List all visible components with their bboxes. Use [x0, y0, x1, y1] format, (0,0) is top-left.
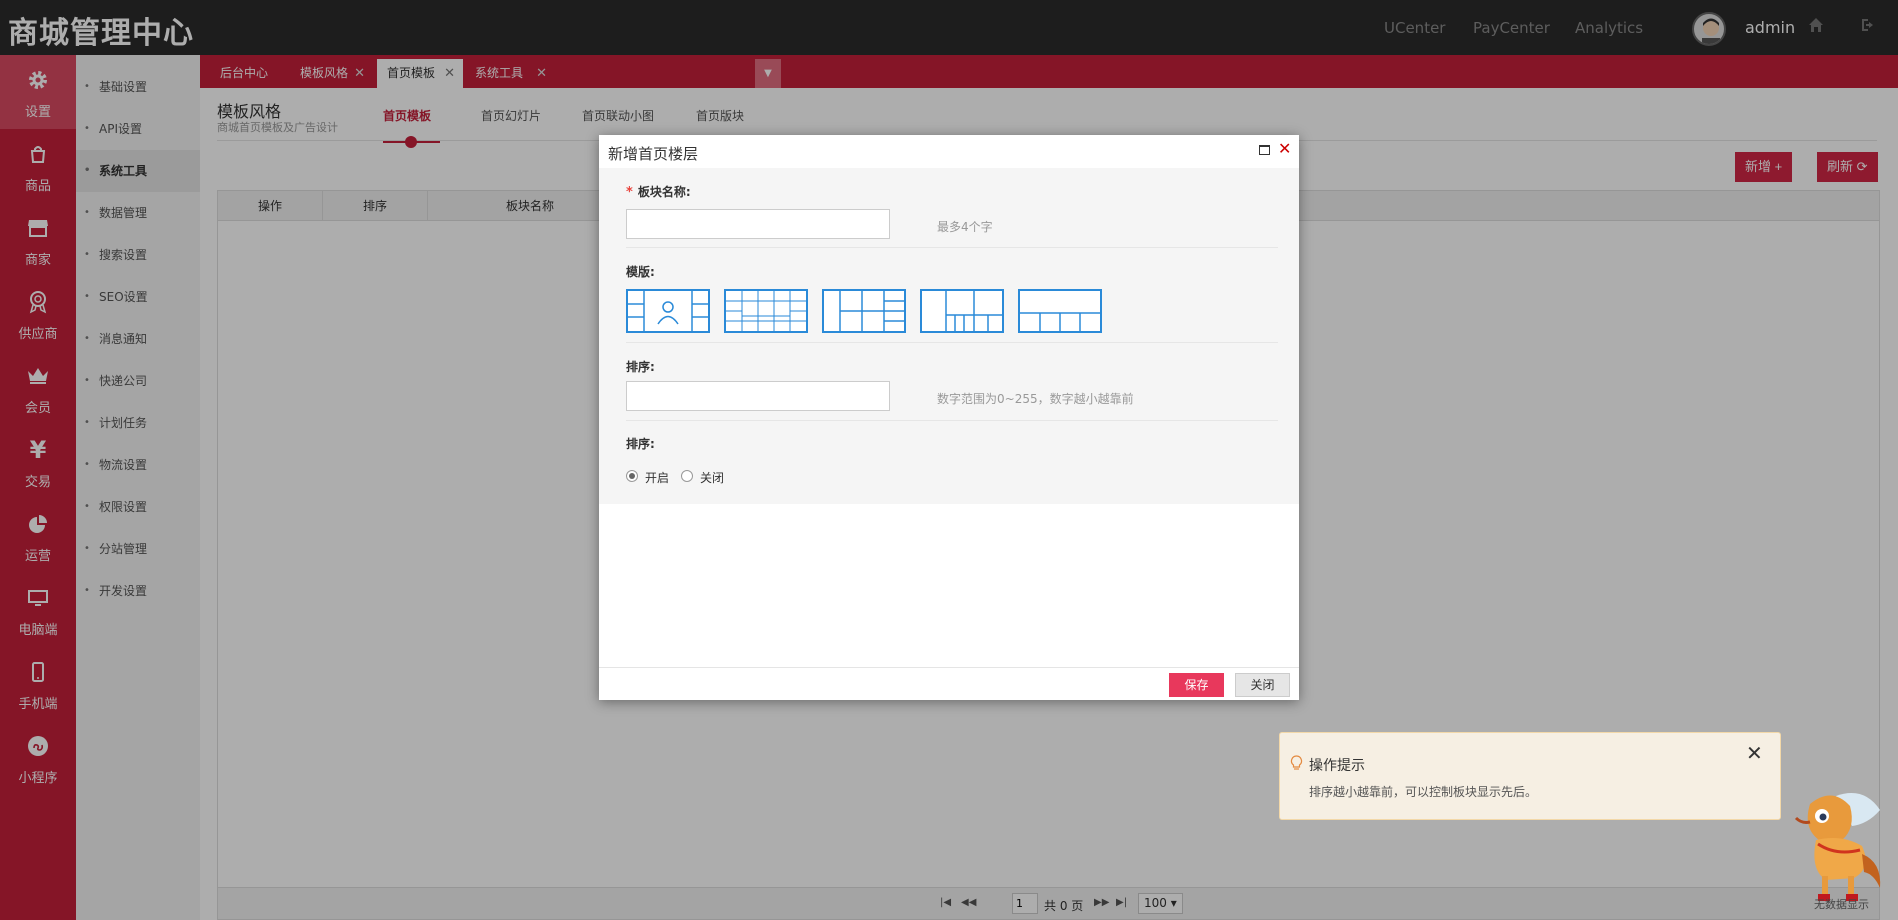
- tip-panel: 操作提示 排序越小越靠前，可以控制板块显示先后。 ✕: [1279, 732, 1781, 820]
- template-option-3[interactable]: [822, 289, 906, 333]
- name-label: * 板块名称:: [626, 185, 691, 200]
- form-row-sort: 排序: 数字范围为0~255，数字越小越靠前: [626, 343, 1278, 421]
- name-input[interactable]: [626, 209, 890, 239]
- mascot-label: 无数据显示: [1814, 898, 1869, 911]
- maximize-icon[interactable]: [1259, 145, 1270, 155]
- template-option-2[interactable]: [724, 289, 808, 333]
- form-row-template: 模版:: [626, 248, 1278, 343]
- dialog-title: 新增首页楼层: [608, 145, 699, 163]
- add-floor-dialog: 新增首页楼层 ✕ * 板块名称: 最多4个字 模版: 排序: 数字范围为0~25…: [599, 135, 1299, 700]
- close-icon[interactable]: ✕: [1746, 741, 1763, 765]
- dialog-body: * 板块名称: 最多4个字 模版: 排序: 数字范围为0~255，数字越小越靠前…: [599, 168, 1299, 504]
- radio-label-on[interactable]: 开启: [645, 469, 669, 486]
- close-icon[interactable]: ✕: [1278, 139, 1291, 158]
- sort-input[interactable]: [626, 381, 890, 411]
- template-label: 模版:: [626, 265, 655, 279]
- sort-label: 排序:: [626, 360, 655, 374]
- form-row-status: 排序: 开启 关闭: [626, 421, 1278, 504]
- template-option-1[interactable]: [626, 289, 710, 333]
- status-label: 排序:: [626, 437, 655, 451]
- template-option-4[interactable]: [920, 289, 1004, 333]
- tip-title: 操作提示: [1309, 758, 1365, 774]
- radio-off[interactable]: [681, 470, 693, 482]
- tip-text: 排序越小越靠前，可以控制板块显示先后。: [1309, 785, 1538, 799]
- radio-label-off[interactable]: 关闭: [700, 469, 724, 486]
- radio-on[interactable]: [626, 470, 638, 482]
- form-row-name: * 板块名称: 最多4个字: [626, 168, 1278, 248]
- save-button[interactable]: 保存: [1169, 673, 1224, 697]
- cancel-button[interactable]: 关闭: [1235, 673, 1290, 697]
- template-options: [626, 289, 1126, 333]
- name-hint: 最多4个字: [937, 220, 993, 234]
- dialog-footer: 保存 关闭: [599, 667, 1299, 700]
- lightbulb-icon: [1290, 755, 1303, 775]
- template-option-5[interactable]: [1018, 289, 1102, 333]
- sort-hint: 数字范围为0~255，数字越小越靠前: [937, 392, 1134, 406]
- mascot-image[interactable]: [1776, 784, 1886, 908]
